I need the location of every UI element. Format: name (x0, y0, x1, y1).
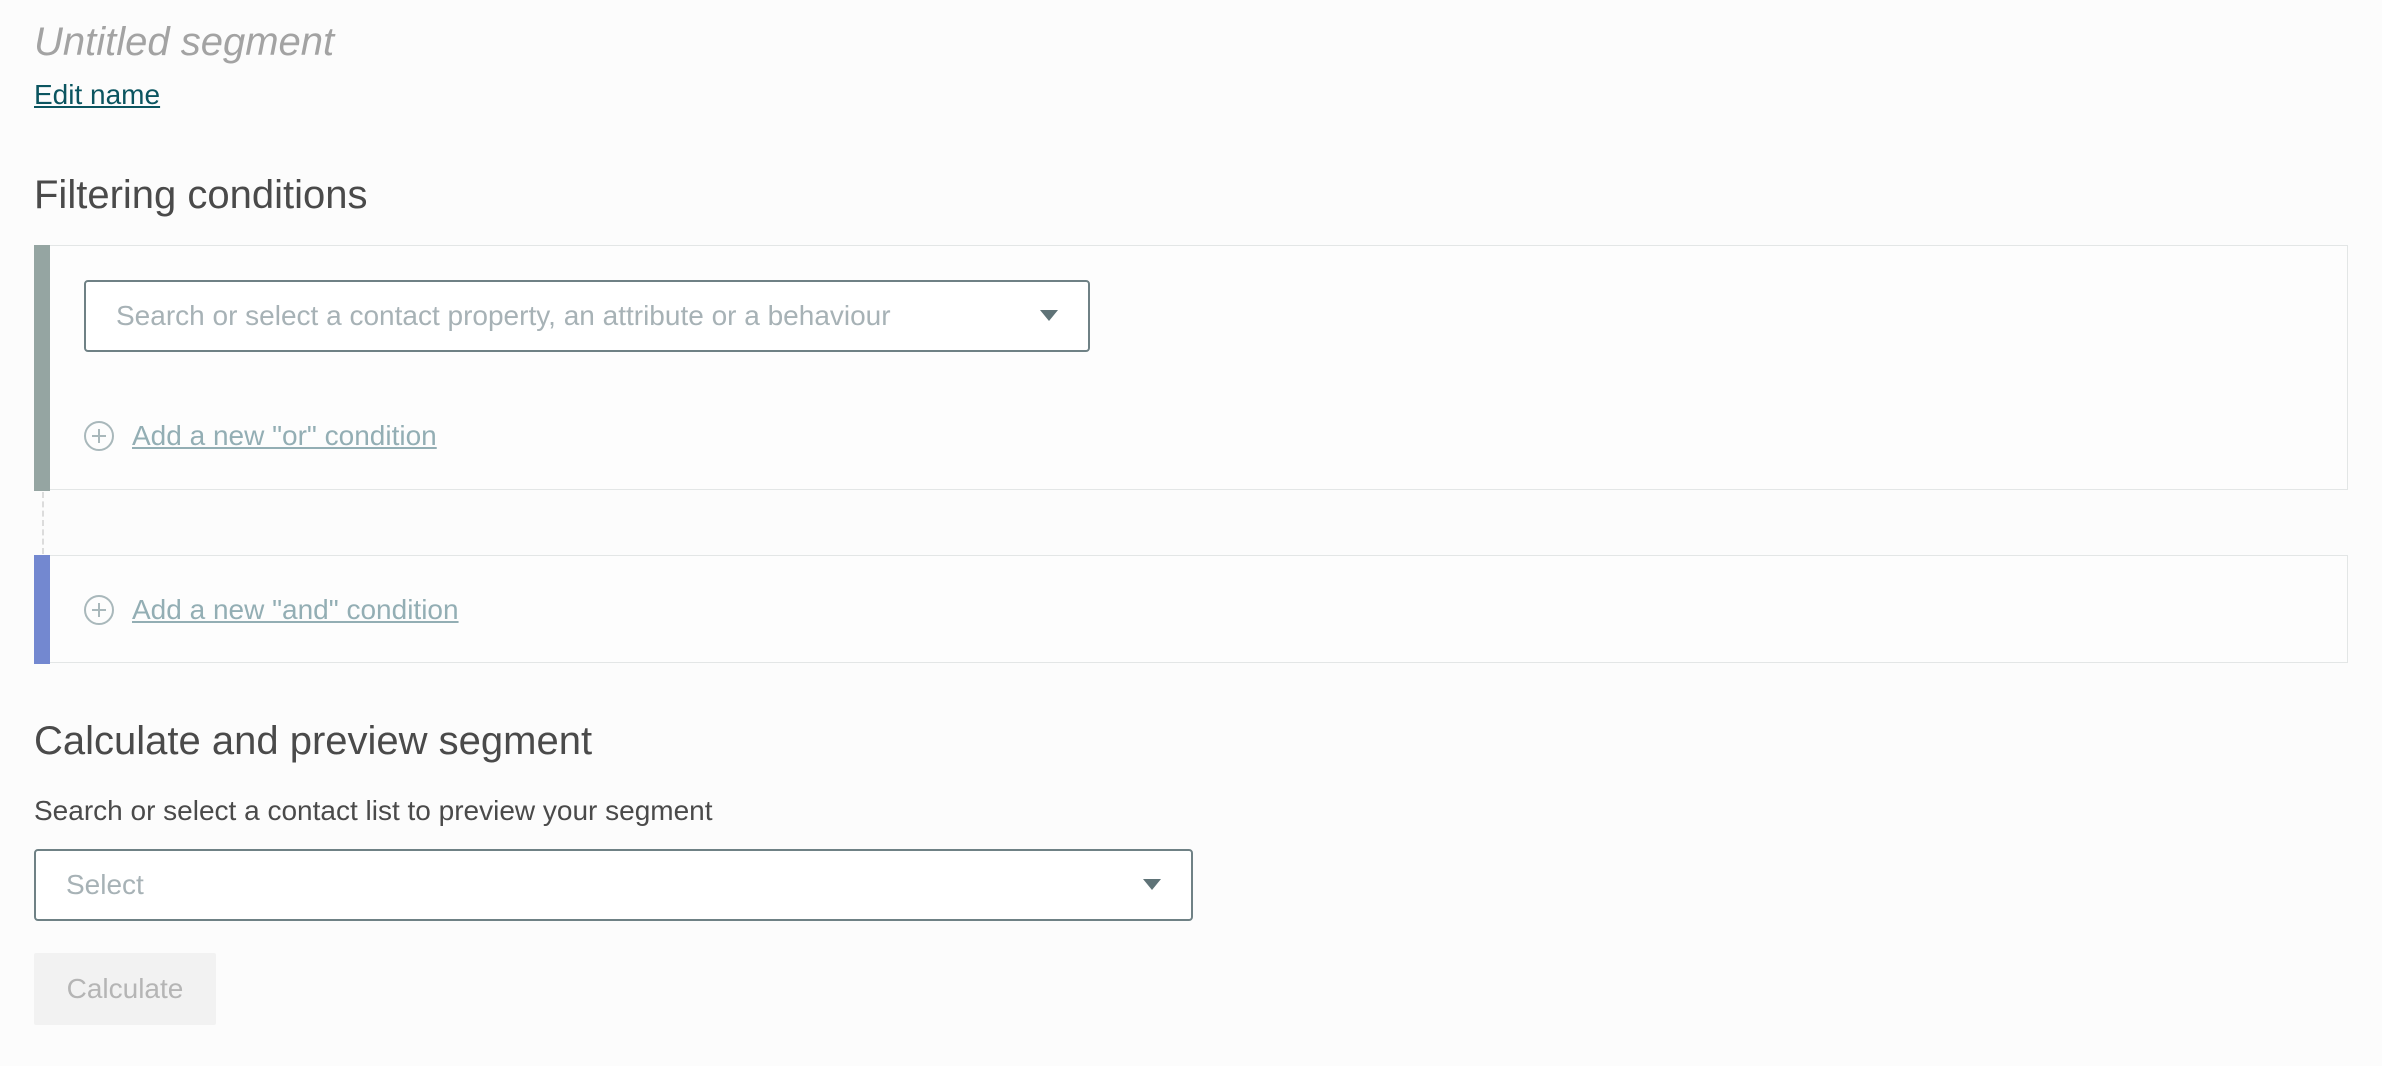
chevron-down-icon (1040, 310, 1058, 321)
add-and-condition-link[interactable]: Add a new "and" condition (132, 592, 459, 628)
plus-circle-icon (84, 595, 114, 625)
contact-property-select-placeholder: Search or select a contact property, an … (116, 300, 891, 331)
plus-circle-icon (84, 421, 114, 451)
or-condition-group: Search or select a contact property, an … (34, 244, 2348, 491)
segment-editor-page: Untitled segment Edit name Filtering con… (0, 0, 2382, 1066)
add-and-condition-button[interactable]: Add a new "and" condition (84, 592, 459, 628)
add-or-condition-link[interactable]: Add a new "or" condition (132, 418, 437, 454)
chevron-down-icon (1143, 879, 1161, 890)
add-or-condition-button[interactable]: Add a new "or" condition (84, 418, 437, 454)
contact-list-label: Search or select a contact list to previ… (34, 795, 713, 826)
and-condition-group: Add a new "and" condition (34, 554, 2348, 664)
or-group-indicator-bar (34, 244, 50, 491)
condition-connector-line (42, 492, 44, 554)
calculate-button[interactable]: Calculate (34, 953, 216, 1025)
contact-property-select[interactable]: Search or select a contact property, an … (84, 280, 1090, 352)
calculate-preview-heading: Calculate and preview segment (34, 719, 593, 763)
filtering-conditions-heading: Filtering conditions (34, 173, 368, 217)
and-group-indicator-bar (34, 554, 50, 664)
contact-list-select-placeholder: Select (66, 869, 144, 900)
contact-list-select[interactable]: Select (34, 849, 1193, 921)
edit-name-link[interactable]: Edit name (34, 77, 160, 113)
segment-title: Untitled segment (34, 20, 335, 64)
